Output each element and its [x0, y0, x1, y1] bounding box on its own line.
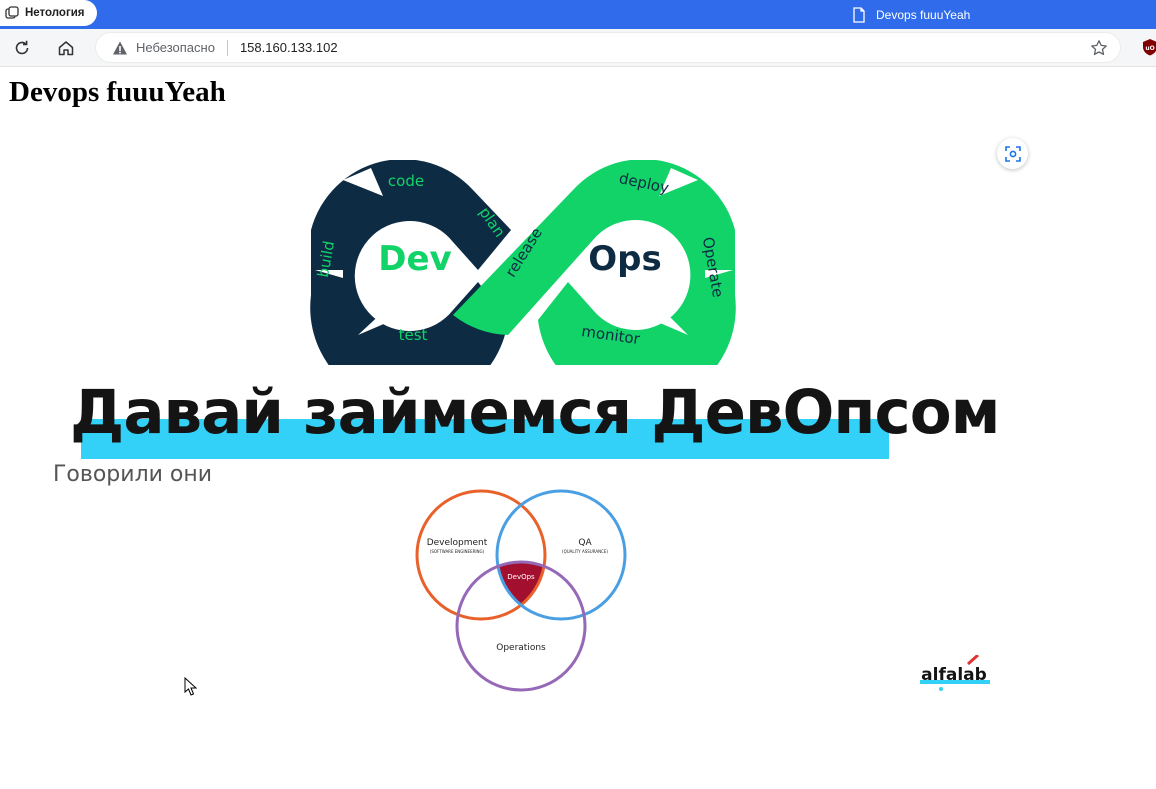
venn-qa-sublabel: (QUALITY ASSURANCE): [562, 549, 608, 554]
tab-strip: Нетология Devops fuuuYeah: [0, 0, 1156, 29]
ublock-extension-icon[interactable]: uO: [1142, 38, 1156, 56]
home-button[interactable]: [50, 29, 82, 66]
screenshot-icon: [1004, 145, 1021, 162]
loop-ops-label: Ops: [588, 239, 661, 279]
tab-netology[interactable]: Нетология: [0, 0, 97, 26]
venn-dev-label: Development: [427, 538, 488, 548]
tab-devops[interactable]: Devops fuuuYeah: [838, 0, 1156, 29]
banner-subline: Говорили они: [53, 462, 213, 487]
warning-icon: [113, 41, 127, 54]
browser-toolbar: Небезопасно 158.160.133.102 uO: [0, 29, 1156, 67]
address-bar[interactable]: Небезопасно 158.160.133.102: [95, 32, 1121, 63]
visual-search-button[interactable]: [997, 138, 1028, 169]
devops-loop-graphic: Dev Ops code build test plan release dep…: [310, 160, 736, 365]
venn-dev-circle: [415, 489, 547, 621]
tab-netology-label: Нетология: [25, 7, 85, 19]
banner-headline: Давай займемся ДевОпсом: [70, 377, 1000, 448]
bookmark-star-icon[interactable]: [1090, 39, 1108, 57]
venn-qa-label: QA: [578, 538, 592, 548]
venn-qa-circle: [495, 489, 627, 621]
mouse-cursor-icon: [184, 677, 198, 696]
page-icon: [853, 6, 865, 23]
tab-group-icon: [5, 6, 19, 19]
reload-button[interactable]: [6, 29, 38, 66]
venn-devops-label: DevOps: [507, 573, 535, 581]
alfalab-logo-text: alfalab: [921, 665, 987, 685]
loop-dev-label: Dev: [378, 239, 451, 279]
alfalab-logo: alfalab: [920, 655, 990, 691]
page-heading: Devops fuuuYeah: [9, 76, 226, 108]
venn-ops-label: Operations: [496, 643, 546, 653]
svg-text:uO: uO: [1145, 45, 1154, 52]
tab-devops-title: Devops fuuuYeah: [876, 7, 971, 22]
loop-test-label: test: [399, 326, 428, 344]
home-icon: [58, 40, 74, 55]
venn-dev-sublabel: (SOFTWARE ENGINEERING): [430, 549, 485, 554]
venn-diagram: Development (SOFTWARE ENGINEERING) QA (Q…: [415, 489, 627, 692]
loop-code-label: code: [388, 172, 424, 190]
url-text[interactable]: 158.160.133.102: [240, 40, 338, 55]
security-status[interactable]: Небезопасно: [136, 40, 215, 55]
reload-icon: [15, 40, 29, 54]
address-separator: [226, 39, 228, 56]
